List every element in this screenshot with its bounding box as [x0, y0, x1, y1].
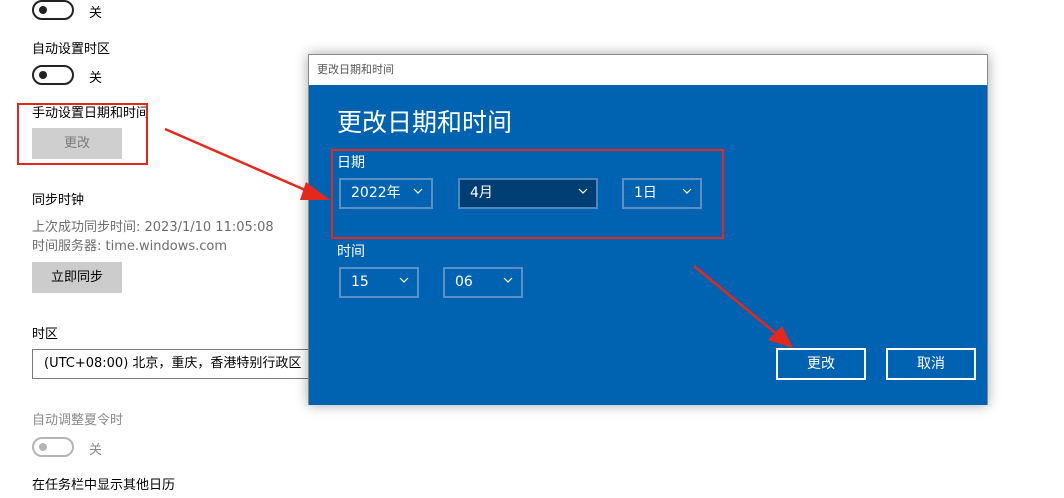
chevron-down-icon — [399, 277, 409, 283]
auto-timezone-state: 关 — [89, 71, 103, 86]
cancel-button[interactable]: 取消 — [886, 348, 976, 380]
dialog-body: 更改日期和时间 日期 2022年 4月 1日 时间 15 06 更改 取消 — [309, 85, 987, 405]
toggle-knob — [39, 71, 47, 79]
confirm-change-button[interactable]: 更改 — [776, 348, 866, 380]
toggle-knob — [39, 443, 47, 451]
sync-now-button[interactable]: 立即同步 — [32, 262, 122, 293]
time-server-text: 时间服务器: time.windows.com — [32, 239, 228, 254]
toggle-knob — [39, 6, 47, 14]
dialog-heading: 更改日期和时间 — [337, 108, 513, 137]
last-sync-text: 上次成功同步时间: 2023/1/10 11:05:08 — [32, 220, 274, 235]
minute-value: 06 — [455, 274, 473, 290]
sync-title: 同步时钟 — [32, 193, 85, 208]
dst-state: 关 — [89, 443, 103, 458]
chevron-down-icon — [503, 277, 513, 283]
hour-dropdown[interactable]: 15 — [339, 267, 419, 298]
timezone-title: 时区 — [32, 327, 59, 342]
top-toggle-state: 关 — [89, 6, 103, 21]
annotation-box-change-button — [17, 103, 148, 165]
auto-timezone-label: 自动设置时区 — [32, 42, 111, 57]
timezone-select[interactable]: (UTC+08:00) 北京，重庆，香港特别行政区 — [32, 349, 332, 379]
dst-toggle — [32, 437, 74, 457]
time-label: 时间 — [337, 244, 365, 260]
other-calendars-label: 在任务栏中显示其他日历 — [32, 478, 176, 493]
dst-label: 自动调整夏令时 — [32, 413, 124, 428]
minute-dropdown[interactable]: 06 — [443, 267, 523, 298]
auto-timezone-toggle[interactable] — [32, 65, 74, 85]
annotation-box-date — [331, 149, 724, 239]
dialog-titlebar: 更改日期和时间 — [309, 55, 987, 85]
top-toggle[interactable] — [32, 0, 74, 20]
hour-value: 15 — [351, 274, 369, 290]
arrow-to-date-icon — [164, 127, 330, 200]
